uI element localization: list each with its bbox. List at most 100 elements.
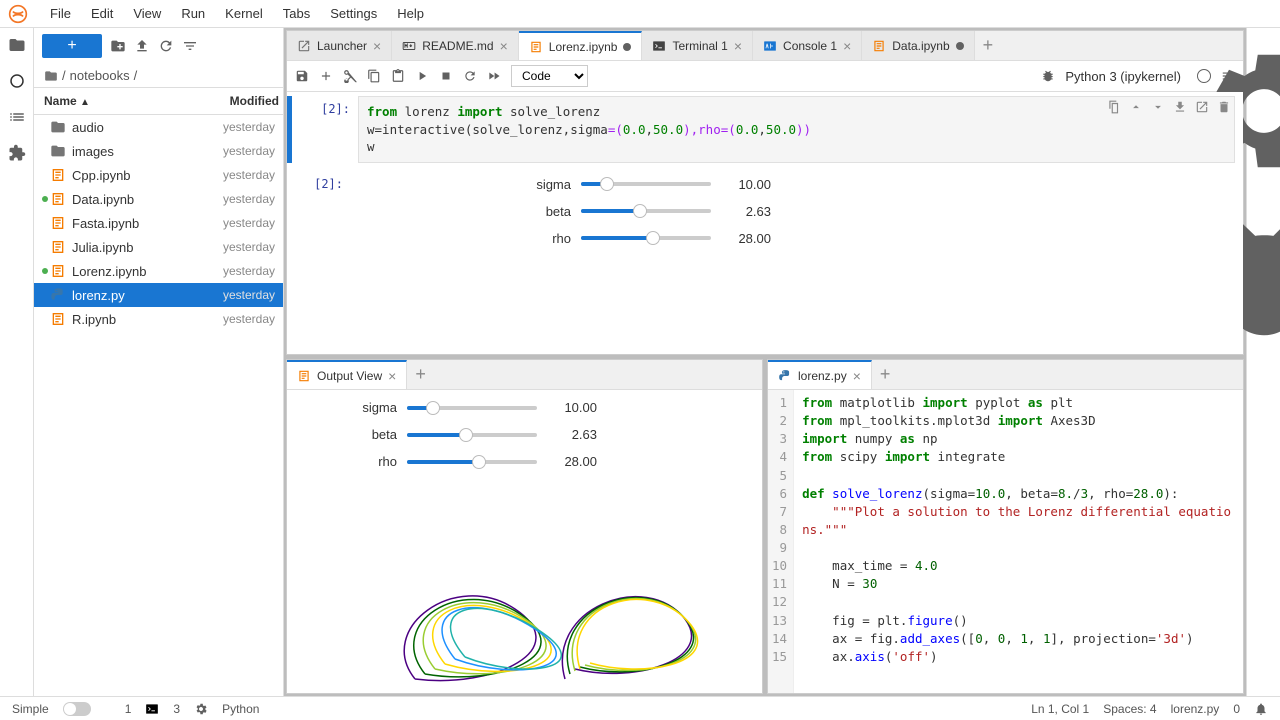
code-cell[interactable]: [2]: from lorenz import solve_lorenz w=i… xyxy=(287,96,1243,163)
toc-icon[interactable] xyxy=(8,108,26,126)
tab[interactable]: README.md× xyxy=(392,31,519,60)
copy-icon[interactable] xyxy=(367,69,381,83)
python-editor[interactable]: 123456789101112131415 from matplotlib im… xyxy=(768,390,1243,693)
menu-help[interactable]: Help xyxy=(387,2,434,25)
add-cell-icon[interactable] xyxy=(319,69,333,83)
slider-label: sigma xyxy=(317,400,407,415)
new-launcher-button[interactable]: + xyxy=(42,34,102,58)
close-icon[interactable]: × xyxy=(388,368,396,384)
refresh-icon[interactable] xyxy=(158,38,174,54)
menu-tabs[interactable]: Tabs xyxy=(273,2,320,25)
notebook-panel: Launcher×README.md×Lorenz.ipynbTerminal … xyxy=(286,30,1244,355)
tab[interactable]: Output View× xyxy=(287,360,407,389)
tab[interactable]: Data.ipynb xyxy=(862,31,974,60)
col-name[interactable]: Name ▲ xyxy=(34,88,203,114)
file-row[interactable]: R.ipynbyesterday xyxy=(34,307,283,331)
file-row[interactable]: imagesyesterday xyxy=(34,139,283,163)
duplicate-icon[interactable] xyxy=(1107,100,1121,114)
new-folder-icon[interactable] xyxy=(110,38,126,54)
term-sessions[interactable]: 3 xyxy=(173,702,180,716)
tab[interactable]: lorenz.py× xyxy=(768,360,872,389)
debug-icon[interactable] xyxy=(1041,69,1055,83)
slider-value: 2.63 xyxy=(537,427,597,442)
col-modified[interactable]: Modified xyxy=(203,88,283,114)
nb-sessions[interactable]: 1 xyxy=(125,702,132,716)
cut-icon[interactable] xyxy=(343,69,357,83)
slider-label: sigma xyxy=(471,177,581,192)
restart-run-icon[interactable] xyxy=(487,69,501,83)
running-icon[interactable] xyxy=(8,72,26,90)
slider-row: beta2.63 xyxy=(317,427,762,442)
file-name: lorenz.py xyxy=(1171,702,1220,716)
slider-label: rho xyxy=(317,454,407,469)
menu-file[interactable]: File xyxy=(40,2,81,25)
insert-icon[interactable] xyxy=(1173,100,1187,114)
movedown-icon[interactable] xyxy=(1151,100,1165,114)
slider-value: 28.00 xyxy=(537,454,597,469)
slider[interactable] xyxy=(581,236,711,240)
menu-run[interactable]: Run xyxy=(171,2,215,25)
newtab-icon[interactable] xyxy=(1195,100,1209,114)
add-tab-button[interactable]: + xyxy=(975,35,1002,56)
file-row[interactable]: Fasta.ipynbyesterday xyxy=(34,211,283,235)
simple-toggle[interactable] xyxy=(63,702,91,716)
slider[interactable] xyxy=(407,433,537,437)
tab[interactable]: Lorenz.ipynb xyxy=(519,31,643,60)
tab[interactable]: Launcher× xyxy=(287,31,392,60)
close-icon[interactable]: × xyxy=(843,38,851,54)
prompt: [2]: xyxy=(294,96,358,163)
moveup-icon[interactable] xyxy=(1129,100,1143,114)
slider[interactable] xyxy=(407,460,537,464)
slider-value: 2.63 xyxy=(711,204,771,219)
slider-label: rho xyxy=(471,231,581,246)
add-tab-button[interactable]: + xyxy=(872,364,899,385)
tab[interactable]: Console 1× xyxy=(753,31,862,60)
menu-kernel[interactable]: Kernel xyxy=(215,2,273,25)
save-icon[interactable] xyxy=(295,69,309,83)
indent[interactable]: Spaces: 4 xyxy=(1103,702,1156,716)
file-row[interactable]: Julia.ipynbyesterday xyxy=(34,235,283,259)
tab[interactable]: Terminal 1× xyxy=(642,31,753,60)
activity-bar xyxy=(0,28,34,696)
msg-count[interactable]: 0 xyxy=(1233,702,1240,716)
close-icon[interactable]: × xyxy=(373,38,381,54)
filter-icon[interactable] xyxy=(182,38,198,54)
notebook-toolbar: Code Python 3 (ipykernel) xyxy=(287,61,1243,92)
kernel-gear-icon[interactable] xyxy=(194,702,208,716)
file-row[interactable]: Lorenz.ipynbyesterday xyxy=(34,259,283,283)
restart-icon[interactable] xyxy=(463,69,477,83)
stop-icon[interactable] xyxy=(439,69,453,83)
status-bar: Simple 1 3 Python Ln 1, Col 1 Spaces: 4 … xyxy=(0,696,1280,720)
close-icon[interactable]: × xyxy=(500,38,508,54)
files-icon[interactable] xyxy=(8,36,26,54)
code-panel: lorenz.py×+ 123456789101112131415 from m… xyxy=(767,359,1244,694)
paste-icon[interactable] xyxy=(391,69,405,83)
cursor-pos[interactable]: Ln 1, Col 1 xyxy=(1031,702,1089,716)
close-icon[interactable]: × xyxy=(853,368,861,384)
slider[interactable] xyxy=(581,209,711,213)
file-row[interactable]: Data.ipynbyesterday xyxy=(34,187,283,211)
menu-view[interactable]: View xyxy=(123,2,171,25)
breadcrumb[interactable]: / notebooks / xyxy=(34,64,283,87)
file-row[interactable]: Cpp.ipynbyesterday xyxy=(34,163,283,187)
output-view-panel: Output View×+ sigma 10.00 beta2.63 rho 28.00 xyxy=(286,359,763,694)
slider[interactable] xyxy=(581,182,711,186)
menu-edit[interactable]: Edit xyxy=(81,2,123,25)
upload-icon[interactable] xyxy=(134,38,150,54)
slider-value: 10.00 xyxy=(711,177,771,192)
slider[interactable] xyxy=(407,406,537,410)
add-tab-button[interactable]: + xyxy=(407,364,434,385)
extensions-icon[interactable] xyxy=(8,144,26,162)
celltype-select[interactable]: Code xyxy=(511,65,588,87)
close-icon[interactable]: × xyxy=(734,38,742,54)
menu-settings[interactable]: Settings xyxy=(320,2,387,25)
file-row[interactable]: lorenz.pyyesterday xyxy=(34,283,283,307)
file-row[interactable]: audioyesterday xyxy=(34,115,283,139)
slider-value: 10.00 xyxy=(537,400,597,415)
code-editor[interactable]: from lorenz import solve_lorenz w=intera… xyxy=(358,96,1235,163)
bell-icon[interactable] xyxy=(1254,702,1268,716)
delete-icon[interactable] xyxy=(1217,100,1231,114)
slider-row: sigma 10.00 xyxy=(471,177,771,192)
run-icon[interactable] xyxy=(415,69,429,83)
jupyter-logo xyxy=(8,4,28,24)
